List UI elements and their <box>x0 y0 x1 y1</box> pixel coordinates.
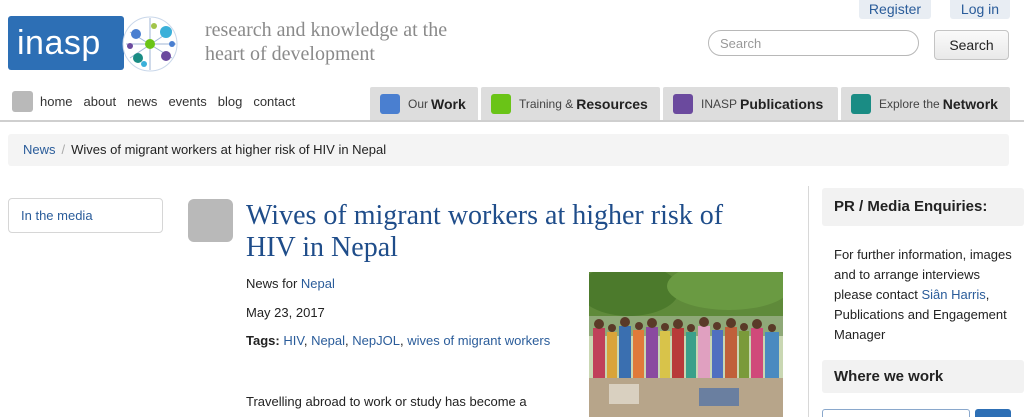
publications-icon <box>673 93 693 114</box>
article-body: Travelling abroad to work or study has b… <box>246 394 527 409</box>
nav-events[interactable]: events <box>168 94 206 109</box>
article-photo <box>589 272 783 417</box>
sidebar-item-in-the-media[interactable]: In the media <box>8 198 163 233</box>
nav-about[interactable]: about <box>84 94 117 109</box>
breadcrumb: News / Wives of migrant workers at higher … <box>8 134 1009 166</box>
article-date: May 23, 2017 <box>246 305 325 320</box>
where-we-work-heading: Where we work <box>822 360 1024 393</box>
tag-link[interactable]: Nepal <box>311 333 345 348</box>
home-icon[interactable] <box>12 91 33 112</box>
tag-link[interactable]: HIV <box>283 333 303 348</box>
breadcrumb-separator: / <box>61 142 66 157</box>
login-link[interactable]: Log in <box>950 0 1010 19</box>
register-link[interactable]: Register <box>859 0 931 19</box>
tag-link[interactable]: wives of migrant workers <box>407 333 550 348</box>
logo-wordmark: inasp <box>8 16 124 70</box>
tab-training-resources[interactable]: Training & Resources <box>481 87 660 120</box>
network-icon <box>851 93 871 114</box>
inasp-logo[interactable]: inasp <box>8 16 182 72</box>
contact-link[interactable]: Siân Harris <box>921 287 985 302</box>
site-tagline: research and knowledge at the heart of d… <box>205 19 448 65</box>
article-title: Wives of migrant workers at higher risk … <box>246 200 724 263</box>
pr-media-heading: PR / Media Enquiries: <box>822 188 1024 226</box>
article-news-for: News for Nepal <box>246 276 335 291</box>
news-type-icon <box>188 199 233 242</box>
pr-media-text: For further information, images and to a… <box>834 247 1012 342</box>
main-nav-links: home about news events blog contact <box>40 94 295 109</box>
search-input[interactable] <box>708 30 919 56</box>
tag-link[interactable]: NepJOL <box>352 333 400 348</box>
nav-divider <box>0 120 1024 122</box>
article-tags: Tags: HIV, Nepal, NepJOL, wives of migra… <box>246 333 551 348</box>
network-globe-icon <box>122 16 178 72</box>
work-icon <box>380 93 400 114</box>
search-button[interactable]: Search <box>934 30 1009 60</box>
tab-explore-network[interactable]: Explore the Network <box>841 87 1010 120</box>
region-go-button[interactable] <box>975 409 1011 417</box>
tab-our-work[interactable]: Our Work <box>370 87 478 120</box>
nav-contact[interactable]: contact <box>253 94 295 109</box>
nav-blog[interactable]: blog <box>218 94 243 109</box>
breadcrumb-news-link[interactable]: News <box>23 142 56 157</box>
sidebar-divider <box>808 186 809 417</box>
tab-inasp-publications[interactable]: INASP Publications <box>663 87 838 120</box>
breadcrumb-current: Wives of migrant workers at higher risk … <box>71 142 387 157</box>
nav-news[interactable]: news <box>127 94 157 109</box>
region-select[interactable] <box>822 409 970 417</box>
country-link-nepal[interactable]: Nepal <box>301 276 335 291</box>
resources-icon <box>491 93 511 114</box>
nav-home[interactable]: home <box>40 94 73 109</box>
